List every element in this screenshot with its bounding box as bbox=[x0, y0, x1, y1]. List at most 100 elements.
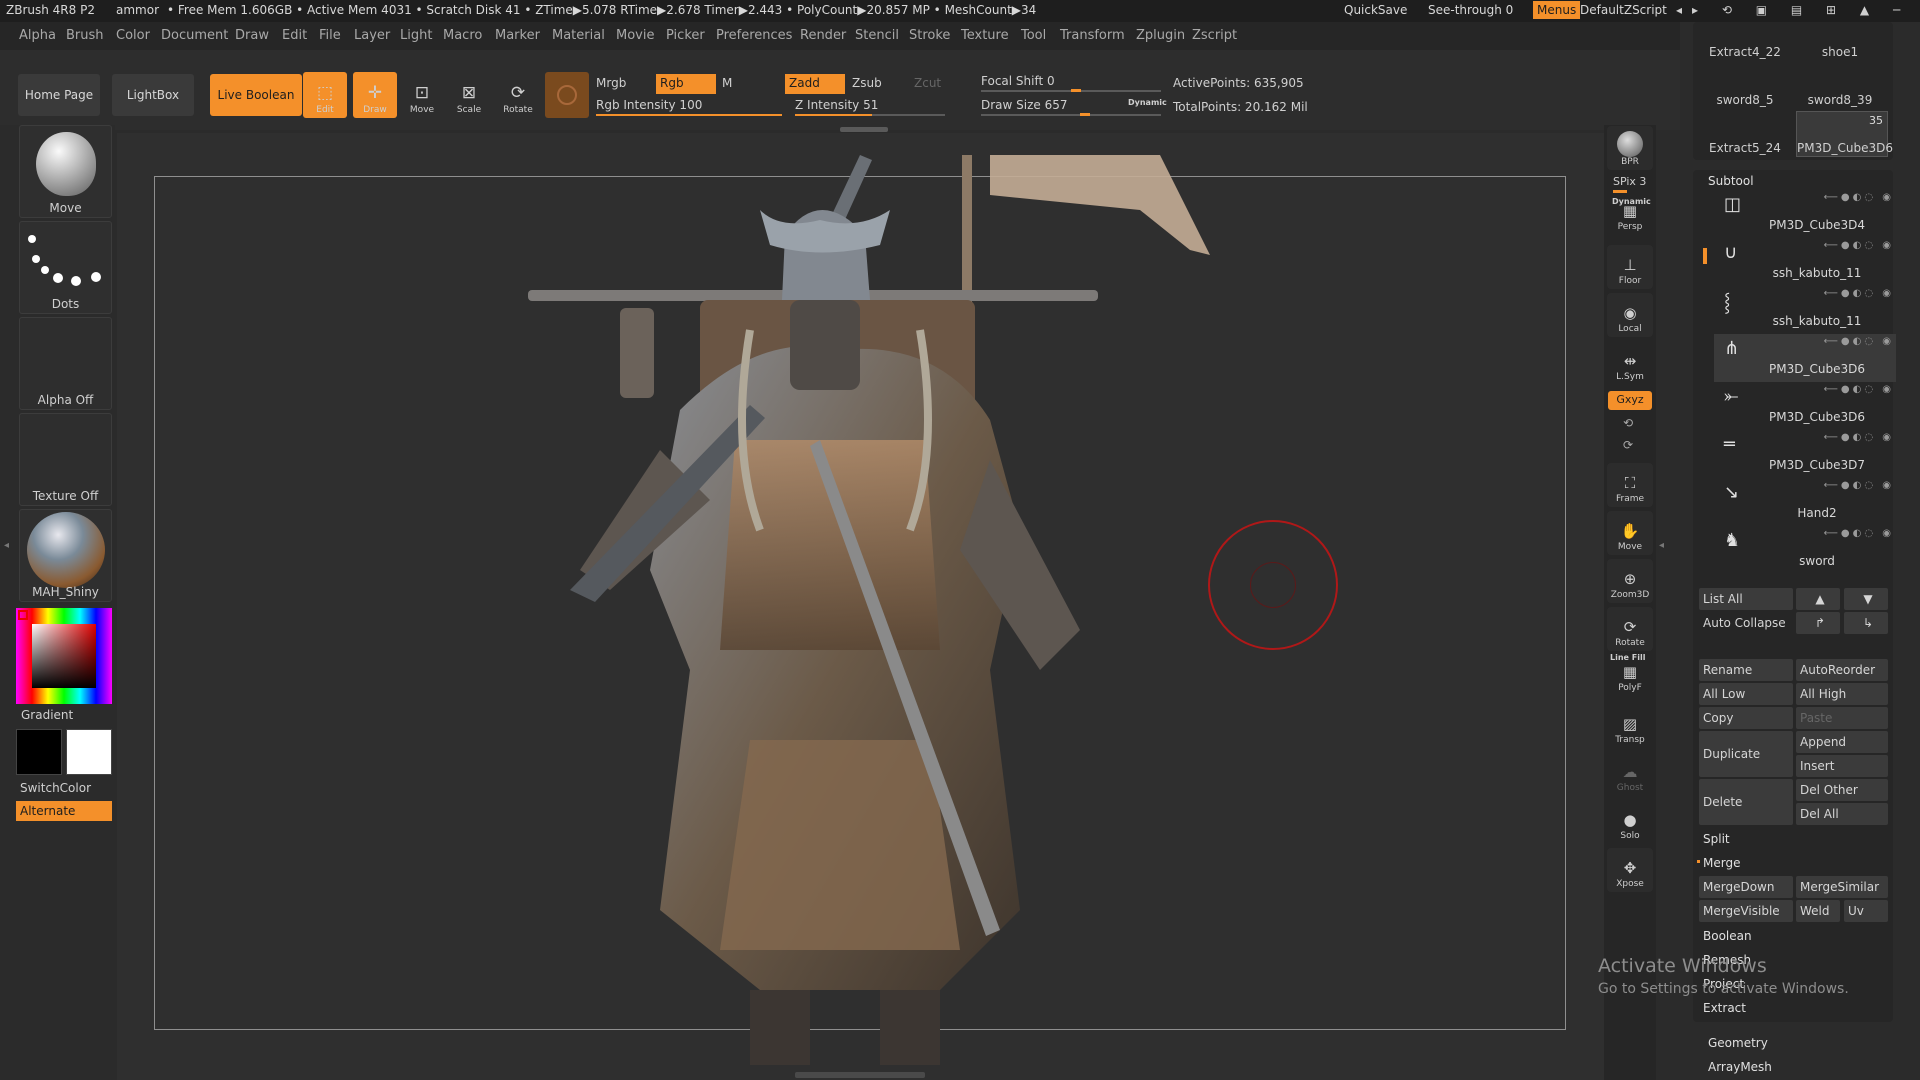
mergesimilar-button[interactable]: MergeSimilar bbox=[1796, 876, 1888, 898]
menu-light[interactable]: Light bbox=[400, 28, 432, 43]
floor-button[interactable]: ⊥ Floor bbox=[1607, 245, 1653, 289]
subtool-controls-icon[interactable]: ⟵●◐◌ ◉ bbox=[1824, 384, 1894, 395]
bottom-tray-handle[interactable] bbox=[795, 1072, 925, 1078]
solo-button[interactable]: ● Solo bbox=[1607, 800, 1653, 844]
subtool-controls-icon[interactable]: ⟵●◐◌ ◉ bbox=[1824, 192, 1894, 203]
autoreorder-button[interactable]: AutoReorder bbox=[1796, 659, 1888, 681]
menu-draw[interactable]: Draw bbox=[235, 28, 269, 43]
menu-macro[interactable]: Macro bbox=[443, 28, 482, 43]
menu-layer[interactable]: Layer bbox=[354, 28, 390, 43]
bpr-button[interactable]: BPR bbox=[1607, 126, 1653, 170]
home-page-button[interactable]: Home Page bbox=[18, 74, 100, 116]
lightbox-button[interactable]: LightBox bbox=[112, 74, 194, 116]
lsym-button[interactable]: ⇹ L.Sym bbox=[1607, 341, 1653, 385]
menu-movie[interactable]: Movie bbox=[616, 28, 654, 43]
move-view-button[interactable]: ✋ Move bbox=[1607, 511, 1653, 555]
extract-section[interactable]: Extract bbox=[1703, 1001, 1746, 1015]
zsub-toggle[interactable]: Zsub bbox=[852, 76, 882, 90]
persp-button[interactable]: ▦ Persp bbox=[1607, 202, 1653, 235]
zadd-toggle[interactable]: Zadd bbox=[785, 74, 845, 94]
all-low-button[interactable]: All Low bbox=[1699, 683, 1793, 705]
xyz-toggle[interactable]: Gxyz bbox=[1608, 391, 1652, 410]
subtool-controls-icon[interactable]: ⟵●◐◌ ◉ bbox=[1824, 336, 1894, 347]
subtool-scrollbar[interactable] bbox=[1703, 248, 1707, 264]
append-button[interactable]: Append bbox=[1796, 731, 1888, 753]
subtool-row-selected[interactable]: ⋔ ⟵●◐◌ ◉ PM3D_Cube3D6 bbox=[1714, 334, 1896, 382]
zoom3d-button[interactable]: ⊕ Zoom3D bbox=[1607, 559, 1653, 603]
rgb-toggle[interactable]: Rgb bbox=[656, 74, 716, 94]
m-toggle[interactable]: M bbox=[722, 76, 732, 90]
menu-preferences[interactable]: Preferences bbox=[716, 28, 792, 43]
stroke-selector[interactable]: Dots bbox=[19, 221, 112, 314]
local-button[interactable]: ◉ Local bbox=[1607, 293, 1653, 337]
alternate-button[interactable]: Alternate bbox=[16, 801, 112, 821]
subtool-row[interactable]: ◫ ⟵●◐◌ ◉ PM3D_Cube3D4 bbox=[1714, 190, 1896, 238]
material-selector[interactable]: MAH_Shiny bbox=[19, 509, 112, 602]
subtool-row[interactable]: ⸾ ⟵●◐◌ ◉ ssh_kabuto_11 bbox=[1714, 286, 1896, 334]
mergevisible-button[interactable]: MergeVisible bbox=[1699, 900, 1793, 922]
scale-mode-button[interactable]: ⊠ Scale bbox=[447, 72, 491, 118]
auto-collapse-button[interactable]: Auto Collapse bbox=[1699, 612, 1793, 634]
main-color-swatch[interactable] bbox=[16, 729, 62, 775]
rename-button[interactable]: Rename bbox=[1699, 659, 1793, 681]
arrow-up-right-icon[interactable]: ↱ bbox=[1796, 612, 1840, 634]
duplicate-button[interactable]: Duplicate bbox=[1699, 731, 1793, 777]
tool-thumb-sword8-39[interactable]: sword8_39 bbox=[1800, 93, 1880, 107]
del-all-button[interactable]: Del All bbox=[1796, 803, 1888, 825]
draw-mode-button[interactable]: ✛ Draw bbox=[353, 72, 397, 118]
rgb-intensity-slider[interactable] bbox=[596, 114, 782, 116]
switch-color-button[interactable]: SwitchColor bbox=[20, 781, 91, 795]
insert-button[interactable]: Insert bbox=[1796, 755, 1888, 777]
zcut-toggle[interactable]: Zcut bbox=[914, 76, 941, 90]
xpose-button[interactable]: ✥ Xpose bbox=[1607, 848, 1653, 892]
weld-button[interactable]: Weld bbox=[1796, 900, 1840, 922]
color-picker[interactable] bbox=[16, 608, 112, 704]
menu-edit[interactable]: Edit bbox=[282, 28, 307, 43]
material-swatch-button[interactable] bbox=[545, 72, 589, 118]
subtool-controls-icon[interactable]: ⟵●◐◌ ◉ bbox=[1824, 240, 1894, 251]
subtool-row[interactable]: ⤜ ⟵●◐◌ ◉ PM3D_Cube3D6 bbox=[1714, 382, 1896, 430]
subtool-controls-icon[interactable]: ⟵●◐◌ ◉ bbox=[1824, 288, 1894, 299]
default-zscript-button[interactable]: DefaultZScript bbox=[1580, 3, 1667, 17]
subtool-controls-icon[interactable]: ⟵●◐◌ ◉ bbox=[1824, 432, 1894, 443]
tool-thumb-active[interactable]: PM3D_Cube3D6 35 bbox=[1796, 111, 1893, 157]
collapse-right-icon[interactable]: ◂ bbox=[1659, 540, 1664, 551]
split-section[interactable]: Split bbox=[1703, 832, 1730, 846]
ghost-button[interactable]: ☁ Ghost bbox=[1607, 752, 1653, 796]
move-down-icon[interactable]: ▼ bbox=[1844, 588, 1888, 610]
subtool-title[interactable]: Subtool bbox=[1708, 174, 1754, 188]
edit-mode-button[interactable]: ⬚ Edit bbox=[303, 72, 347, 118]
boolean-section[interactable]: Boolean bbox=[1703, 929, 1752, 943]
arrow-down-right-icon[interactable]: ↳ bbox=[1844, 612, 1888, 634]
dynamic-toggle[interactable]: Dynamic bbox=[1128, 98, 1167, 107]
menu-render[interactable]: Render bbox=[800, 28, 846, 43]
alpha-selector[interactable]: Alpha Off bbox=[19, 317, 112, 410]
menu-zplugin[interactable]: Zplugin bbox=[1136, 28, 1185, 43]
rotate-view-button[interactable]: ⟳ Rotate bbox=[1607, 607, 1653, 651]
list-all-button[interactable]: List All bbox=[1699, 588, 1793, 610]
copy-button[interactable]: Copy bbox=[1699, 707, 1793, 729]
menu-picker[interactable]: Picker bbox=[666, 28, 705, 43]
mrgb-toggle[interactable]: Mrgb bbox=[596, 76, 626, 90]
arraymesh-section[interactable]: ArrayMesh bbox=[1708, 1060, 1772, 1074]
delete-button[interactable]: Delete bbox=[1699, 779, 1793, 825]
polyf-button[interactable]: ▦ PolyF bbox=[1607, 660, 1653, 696]
z-intensity-slider[interactable] bbox=[795, 114, 945, 116]
menu-brush[interactable]: Brush bbox=[66, 28, 104, 43]
tool-thumb-extract5[interactable]: Extract5_24 bbox=[1705, 141, 1785, 155]
brush-selector[interactable]: Move bbox=[19, 125, 112, 218]
all-high-button[interactable]: All High bbox=[1796, 683, 1888, 705]
geometry-section[interactable]: Geometry bbox=[1708, 1036, 1768, 1050]
quicksave-button[interactable]: QuickSave bbox=[1344, 3, 1407, 17]
menu-color[interactable]: Color bbox=[116, 28, 150, 43]
frame-button[interactable]: ⛶ Frame bbox=[1607, 463, 1653, 507]
tool-thumb-shoe1[interactable]: shoe1 bbox=[1800, 45, 1880, 59]
subtool-controls-icon[interactable]: ⟵●◐◌ ◉ bbox=[1824, 480, 1894, 491]
texture-selector[interactable]: Texture Off bbox=[19, 413, 112, 506]
seethrough-slider[interactable]: See-through 0 bbox=[1428, 3, 1513, 17]
tool-thumb-extract4[interactable]: Extract4_22 bbox=[1705, 45, 1785, 59]
menu-file[interactable]: File bbox=[319, 28, 341, 43]
del-other-button[interactable]: Del Other bbox=[1796, 779, 1888, 801]
menu-texture[interactable]: Texture bbox=[961, 28, 1009, 43]
transp-button[interactable]: ▨ Transp bbox=[1607, 704, 1653, 748]
